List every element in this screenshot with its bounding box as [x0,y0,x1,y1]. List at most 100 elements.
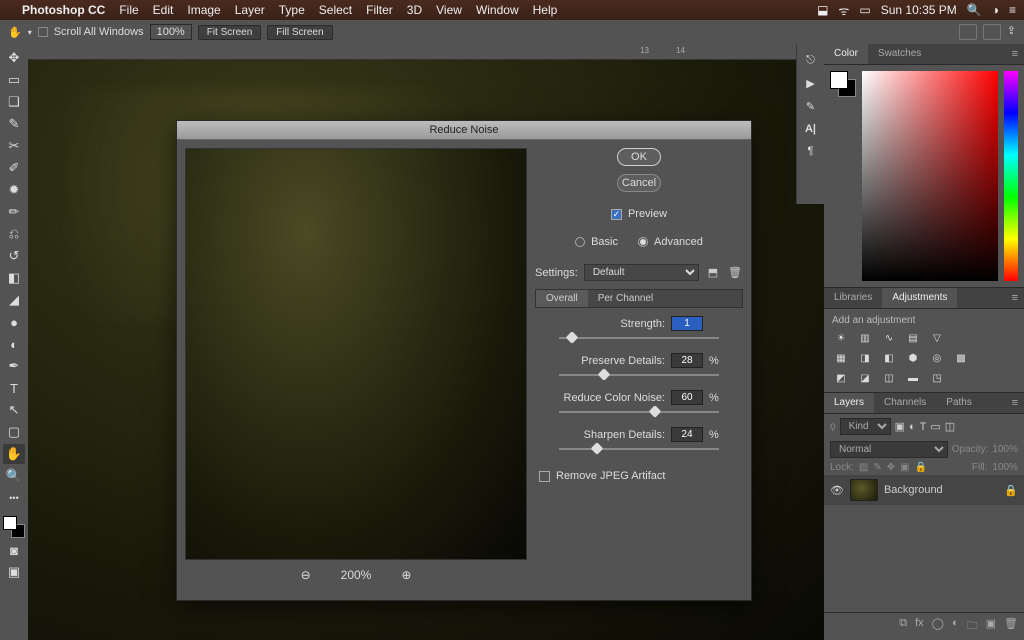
tab-overall[interactable]: Overall [536,290,588,307]
tab-libraries[interactable]: Libraries [824,288,882,308]
brightness-adj-icon[interactable]: ☀ [832,330,850,346]
gradient-tool[interactable]: ◢ [3,290,25,310]
hue-slider[interactable] [1004,71,1018,281]
tab-swatches[interactable]: Swatches [868,44,931,64]
eyedropper-tool[interactable]: ✐ [3,158,25,178]
filter-preview[interactable] [185,148,527,560]
menu-layer[interactable]: Layer [235,3,265,17]
opacity-value[interactable]: 100% [992,444,1018,455]
shape-tool[interactable]: ▢ [3,422,25,442]
preserve-input[interactable] [671,353,703,368]
basic-radio[interactable] [575,237,585,247]
menu-help[interactable]: Help [533,3,558,17]
foreground-background-swatch[interactable] [3,516,25,538]
remove-jpeg-checkbox[interactable] [539,471,550,482]
zoom-out-icon[interactable]: ⊖ [301,568,311,582]
quick-mask-icon[interactable]: ◙ [3,540,25,560]
blend-mode-select[interactable]: Normal [830,441,948,458]
workspace-button-1[interactable] [959,24,977,40]
history-brush-tool[interactable]: ↺ [3,246,25,266]
dodge-tool[interactable]: ◐ [3,334,25,354]
marquee-tool[interactable]: ▭ [3,70,25,90]
fill-value[interactable]: 100% [992,462,1018,473]
delete-preset-icon[interactable]: 🗑 [727,266,743,280]
levels-adj-icon[interactable]: ▥ [856,330,874,346]
invert-adj-icon[interactable]: ◩ [832,370,850,386]
blur-tool[interactable]: ● [3,312,25,332]
photo-filter-adj-icon[interactable]: ⬢ [904,350,922,366]
type-tool[interactable]: T [3,378,25,398]
posterize-adj-icon[interactable]: ◪ [856,370,874,386]
healing-tool[interactable]: ✹ [3,180,25,200]
lasso-tool[interactable]: ❑ [3,92,25,112]
strength-slider[interactable] [559,337,719,339]
menu-edit[interactable]: Edit [153,3,174,17]
menu-filter[interactable]: Filter [366,3,393,17]
filter-image-icon[interactable]: ▣ [895,420,905,433]
selective-color-adj-icon[interactable]: ◳ [928,370,946,386]
move-tool[interactable]: ✥ [3,48,25,68]
lock-artboard-icon[interactable]: ▣ [900,462,909,473]
layers-panel-menu-icon[interactable]: ≡ [1006,393,1024,413]
threshold-adj-icon[interactable]: ◫ [880,370,898,386]
curves-adj-icon[interactable]: ∿ [880,330,898,346]
strength-input[interactable] [671,316,703,331]
lock-all-icon[interactable]: 🔒 [915,462,927,473]
filter-smart-icon[interactable]: ◫ [945,420,955,433]
menu-type[interactable]: Type [279,3,305,17]
sharpen-input[interactable] [671,427,703,442]
advanced-radio[interactable] [638,237,648,247]
battery-icon[interactable]: ▭ [859,3,870,17]
color-balance-adj-icon[interactable]: ◨ [856,350,874,366]
tab-adjustments[interactable]: Adjustments [882,288,957,308]
tab-channels[interactable]: Channels [874,393,936,413]
preview-checkbox[interactable]: ✓ [611,209,622,220]
dropbox-icon[interactable]: ⬓ [817,3,828,17]
wifi-icon[interactable]: ᯤ [838,2,849,19]
save-preset-icon[interactable]: ⬒ [705,266,721,280]
layer-kind-filter[interactable]: Kind [840,418,891,435]
link-layers-icon[interactable]: ⧉ [899,617,907,636]
filter-shape-icon[interactable]: ▭ [930,420,940,433]
bw-adj-icon[interactable]: ◧ [880,350,898,366]
hand-tool-icon[interactable]: ✋ [8,26,22,39]
filter-type-icon[interactable]: T [920,421,927,433]
visibility-icon[interactable]: 👁 [830,484,844,497]
menu-file[interactable]: File [119,3,138,17]
lock-position-icon[interactable]: ✥ [887,462,895,473]
lut-adj-icon[interactable]: ▩ [952,350,970,366]
siri-icon[interactable]: ◑ [992,3,999,17]
cancel-button[interactable]: Cancel [617,174,661,192]
brush-tool[interactable]: ✏ [3,202,25,222]
lock-pixels-icon[interactable]: ▨ [859,462,868,473]
adjustments-panel-menu-icon[interactable]: ≡ [1006,288,1024,308]
zoom-in-icon[interactable]: ⊕ [401,568,411,582]
menu-view[interactable]: View [436,3,462,17]
ok-button[interactable]: OK [617,148,661,166]
menu-select[interactable]: Select [319,3,352,17]
edit-toolbar[interactable]: ••• [3,488,25,508]
menu-image[interactable]: Image [187,3,220,17]
path-select-tool[interactable]: ↖ [3,400,25,420]
spotlight-icon[interactable]: 🔍 [967,3,982,17]
fx-icon[interactable]: fx [915,617,924,636]
color-noise-slider[interactable] [559,411,719,413]
menubar-clock[interactable]: Sun 10:35 PM [881,3,957,17]
tab-layers[interactable]: Layers [824,393,874,413]
scroll-all-checkbox[interactable] [38,27,48,37]
paragraph-panel-icon[interactable]: ¶ [808,145,814,157]
app-name[interactable]: Photoshop CC [22,3,105,17]
vibrance-adj-icon[interactable]: ▽ [928,330,946,346]
new-layer-icon[interactable]: ▣ [986,617,996,636]
hand-tool[interactable]: ✋ [3,444,25,464]
notification-center-icon[interactable]: ≡ [1009,3,1016,17]
crop-tool[interactable]: ✂ [3,136,25,156]
tab-color[interactable]: Color [824,44,868,64]
delete-layer-icon[interactable]: 🗑 [1004,617,1018,636]
hue-adj-icon[interactable]: ▦ [832,350,850,366]
quick-select-tool[interactable]: ✎ [3,114,25,134]
fit-screen-button[interactable]: Fit Screen [198,25,262,40]
exposure-adj-icon[interactable]: ▤ [904,330,922,346]
screen-mode-icon[interactable]: ▣ [3,562,25,582]
brush-panel-icon[interactable]: ✎ [806,100,815,113]
